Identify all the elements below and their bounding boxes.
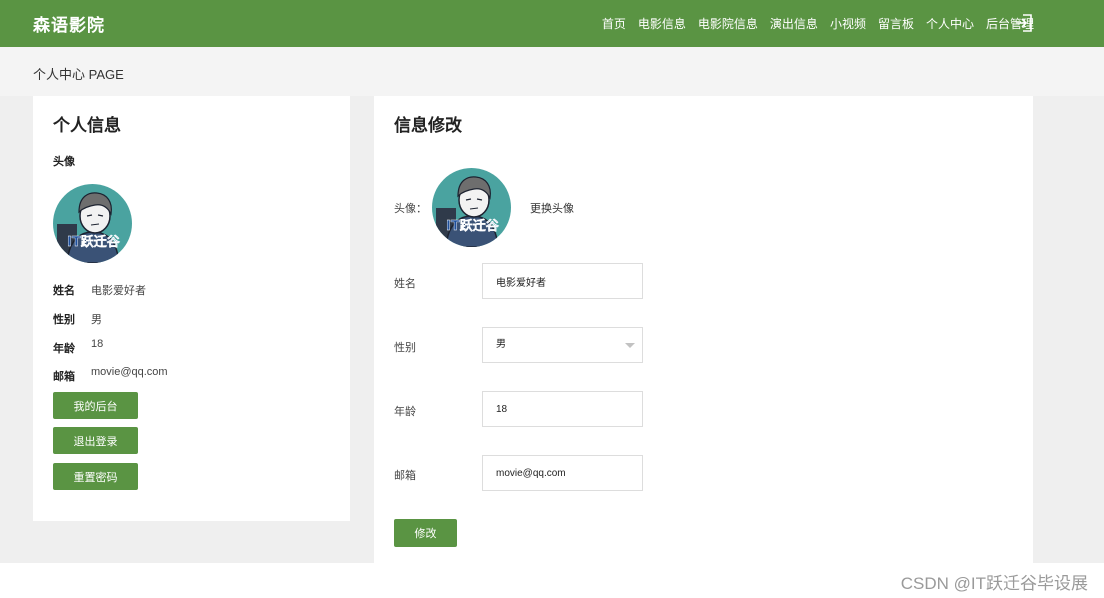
email-input[interactable] [482,455,643,491]
age-value: 18 [91,338,104,350]
gender-select[interactable]: 男 [482,327,643,363]
profile-card: 个人信息 头像 IT跃迁谷 姓名 电影爱好者 性别 男 年龄 18 邮箱 mov… [33,96,350,521]
svg-text:IT跃迁谷: IT跃迁谷 [67,234,121,250]
user-avatar-icon: IT跃迁谷 [53,184,132,263]
nav-item-cinemas[interactable]: 电影院信息 [698,15,758,32]
edit-avatar[interactable]: IT跃迁谷 [432,168,511,247]
user-avatar: IT跃迁谷 [53,184,132,263]
gender-value: 男 [91,314,102,326]
breadcrumb: 个人中心 PAGE [33,67,124,82]
email-label: 邮箱 [53,371,75,383]
submit-button[interactable]: 修改 [394,519,457,547]
watermark: CSDN @IT跃迁谷毕设展 [900,574,1088,593]
edit-title: 信息修改 [394,116,462,135]
nav-item-videos[interactable]: 小视频 [830,15,866,32]
nav-item-messages[interactable]: 留言板 [878,15,914,32]
email-value: movie@qq.com [91,366,168,378]
edit-name-label: 姓名 [394,278,416,290]
edit-card: 信息修改 头像： IT跃迁谷 更换头像 姓名 性别 男 年龄 邮箱 修改 [374,96,1033,563]
edit-age-label: 年龄 [394,406,416,418]
name-value: 电影爱好者 [91,285,146,297]
top-navbar: 森语影院 首页 电影信息 电影院信息 演出信息 小视频 留言板 个人中心 后台管… [0,0,1104,47]
age-input[interactable] [482,391,643,427]
edit-email-label: 邮箱 [394,470,416,482]
svg-text:IT跃迁谷: IT跃迁谷 [446,218,500,234]
my-backend-button[interactable]: 我的后台 [53,392,138,419]
edit-avatar-icon: IT跃迁谷 [432,168,511,247]
edit-gender-label: 性别 [394,342,416,354]
site-logo[interactable]: 森语影院 [33,11,105,36]
nav-item-profile[interactable]: 个人中心 [926,15,974,32]
breadcrumb-bar: 个人中心 PAGE [0,47,1104,96]
name-input[interactable] [482,263,643,299]
nav-item-home[interactable]: 首页 [602,15,626,32]
profile-title: 个人信息 [53,116,121,135]
nav-item-shows[interactable]: 演出信息 [770,15,818,32]
gender-label: 性别 [53,314,75,326]
gender-select-value: 男 [496,339,506,350]
logout-icon[interactable] [1014,13,1034,33]
name-label: 姓名 [53,285,75,297]
main-nav: 首页 电影信息 电影院信息 演出信息 小视频 留言板 个人中心 后台管理 [590,0,1034,47]
edit-avatar-label: 头像： [394,203,427,215]
age-label: 年龄 [53,343,75,355]
avatar-label: 头像 [53,156,75,168]
chevron-down-icon [625,343,635,348]
nav-item-movies[interactable]: 电影信息 [638,15,686,32]
reset-password-button[interactable]: 重置密码 [53,463,138,490]
change-avatar-link[interactable]: 更换头像 [530,200,574,216]
logout-button[interactable]: 退出登录 [53,427,138,454]
